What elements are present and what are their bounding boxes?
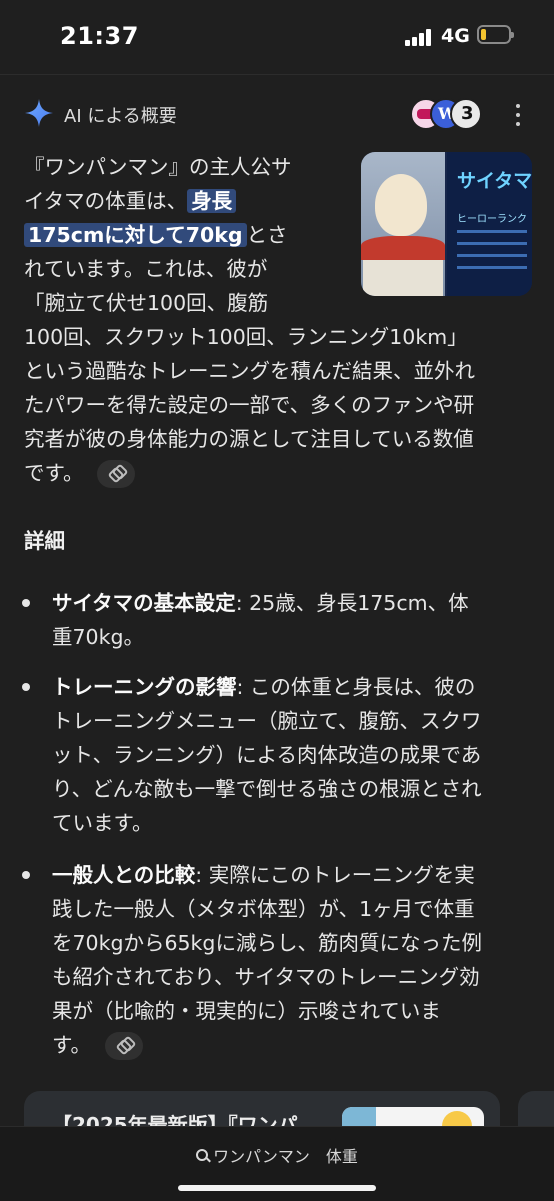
network-type: 4G xyxy=(441,25,470,47)
summary-text: とさ xyxy=(246,223,288,247)
status-time: 21:37 xyxy=(60,22,139,50)
bullet-line: 果が（比喩的・現実的に）示唆されていま xyxy=(52,999,441,1023)
ai-sparkle-icon xyxy=(25,99,53,127)
bullet-line: トレーニングの影響: この体重と身長は、彼の xyxy=(52,670,475,704)
thumbnail-subtitle: ヒーローランク xyxy=(457,214,527,225)
search-icon xyxy=(196,1149,210,1163)
summary-text: です。 xyxy=(24,461,84,485)
details-heading: 詳細 xyxy=(24,529,65,553)
source-icons[interactable] xyxy=(410,98,482,130)
highlighted-answer: 175cmに対して70kg xyxy=(24,223,247,247)
bullet-line: ット、ランニング）による肉体改造の成果であ xyxy=(52,743,482,767)
thumbnail-stat-lines xyxy=(457,230,527,278)
bullet-line: も紹介されており、サイタマのトレーニング効 xyxy=(52,965,480,989)
divider xyxy=(0,74,554,75)
thumbnail-name: サイタマ xyxy=(457,170,532,192)
bullet-icon xyxy=(22,871,30,879)
source-link-icon[interactable] xyxy=(104,1032,143,1060)
summary-line: という過酷なトレーニングを積んだ結果、並外れ xyxy=(24,359,475,383)
search-query-text: ワンパンマン 体重 xyxy=(213,1147,358,1166)
summary-text: イタマの体重は、 xyxy=(24,189,188,213)
summary-line: イタマの体重は、 身長 xyxy=(24,184,237,218)
bullet-text: : 実際にこのトレーニングを実 xyxy=(195,863,475,887)
bullet-text: す。 xyxy=(52,1033,91,1057)
bullet-line: サイタマの基本設定: 25歳、身長175cm、体 xyxy=(52,586,469,620)
bullet-label: 一般人との比較 xyxy=(52,863,196,887)
summary-line: 『ワンパンマン』の主人公サ xyxy=(24,155,292,179)
bullet-line: ています。 xyxy=(52,811,153,835)
status-bar: 21:37 4G xyxy=(0,0,554,72)
bullet-icon xyxy=(22,599,30,607)
saitama-head-image xyxy=(375,174,427,236)
bullet-label: サイタマの基本設定 xyxy=(52,591,236,615)
bullet-line: り、どんな敵も一撃で倒せる強さの根源とされ xyxy=(52,777,482,801)
summary-line: 100回、スクワット100回、ランニング10km」 xyxy=(24,325,468,349)
battery-icon xyxy=(477,25,514,44)
summary-line: 175cmに対して70kg とさ xyxy=(24,218,288,252)
highlighted-answer: 身長 xyxy=(187,189,237,213)
bullet-line: 一般人との比較: 実際にこのトレーニングを実 xyxy=(52,858,475,892)
bullet-icon xyxy=(22,683,30,691)
more-options-icon[interactable] xyxy=(512,104,524,126)
source-link-icon[interactable] xyxy=(97,460,136,488)
bullet-text: : 25歳、身長175cm、体 xyxy=(235,591,469,615)
bullet-line: を70kgから65kgに減らし、筋肉質になった例 xyxy=(52,931,482,955)
ai-overview-title: AI による概要 xyxy=(64,106,177,127)
cellular-signal-icon xyxy=(405,28,435,46)
bullet-line: す。 xyxy=(52,1028,143,1062)
bullet-line: 践した一般人（メタボ体型）が、1ヶ月で体重 xyxy=(52,897,475,921)
ai-overview-header: AI による概要 xyxy=(24,98,534,130)
home-indicator[interactable] xyxy=(178,1185,376,1191)
number-3-source-icon[interactable] xyxy=(450,98,482,130)
summary-line: れています。これは、彼が xyxy=(24,257,268,281)
summary-line: たパワーを得た設定の一部で、多くのファンや研 xyxy=(24,393,475,417)
bullet-line: トレーニングメニュー（腕立て、腹筋、スクワ xyxy=(52,709,482,733)
summary-line: 「腕立て伏せ100回、腹筋 xyxy=(24,291,269,315)
bullet-line: 重70kg。 xyxy=(52,625,144,649)
summary-line: です。 xyxy=(24,456,136,490)
saitama-thumbnail[interactable]: サイタマ ヒーローランク xyxy=(361,152,532,296)
bottom-search-query[interactable]: ワンパンマン 体重 xyxy=(0,1143,554,1167)
bullet-text: : この体重と身長は、彼の xyxy=(236,675,476,699)
bullet-label: トレーニングの影響 xyxy=(52,675,237,699)
summary-line: 究者が彼の身体能力の源として注目している数値 xyxy=(24,427,474,451)
